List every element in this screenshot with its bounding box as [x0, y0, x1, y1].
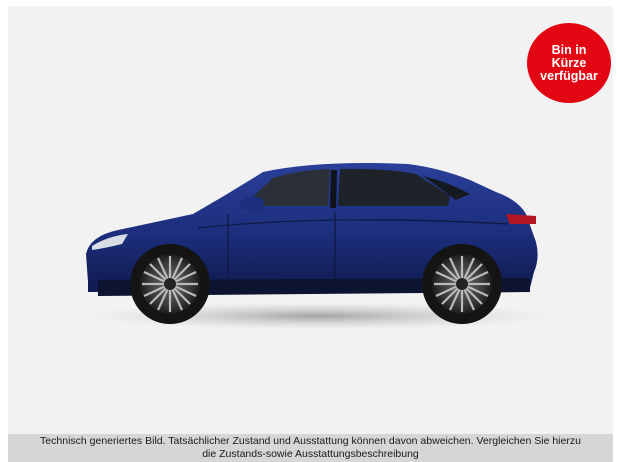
car-b-pillar	[330, 169, 337, 209]
disclaimer-line-1: Technisch generiertes Bild. Tatsächliche…	[40, 435, 581, 447]
car-taillight	[506, 214, 536, 224]
badge-line-1: Bin in	[551, 42, 587, 57]
badge-line-2: Kürze	[551, 55, 587, 70]
car-side-view-icon	[82, 163, 554, 330]
image-disclaimer: Technisch generiertes Bild. Tatsächliche…	[8, 434, 613, 462]
disclaimer-line-2: die Zustands-sowie Ausstattungsbeschreib…	[202, 448, 419, 460]
rear-wheel	[422, 244, 502, 324]
availability-badge: Bin in Kürze verfügbar	[527, 23, 611, 103]
badge-line-3: verfügbar	[540, 68, 598, 83]
front-wheel	[130, 244, 210, 324]
vehicle-image-frame: Bin in Kürze verfügbar Technisch generie…	[0, 0, 617, 462]
